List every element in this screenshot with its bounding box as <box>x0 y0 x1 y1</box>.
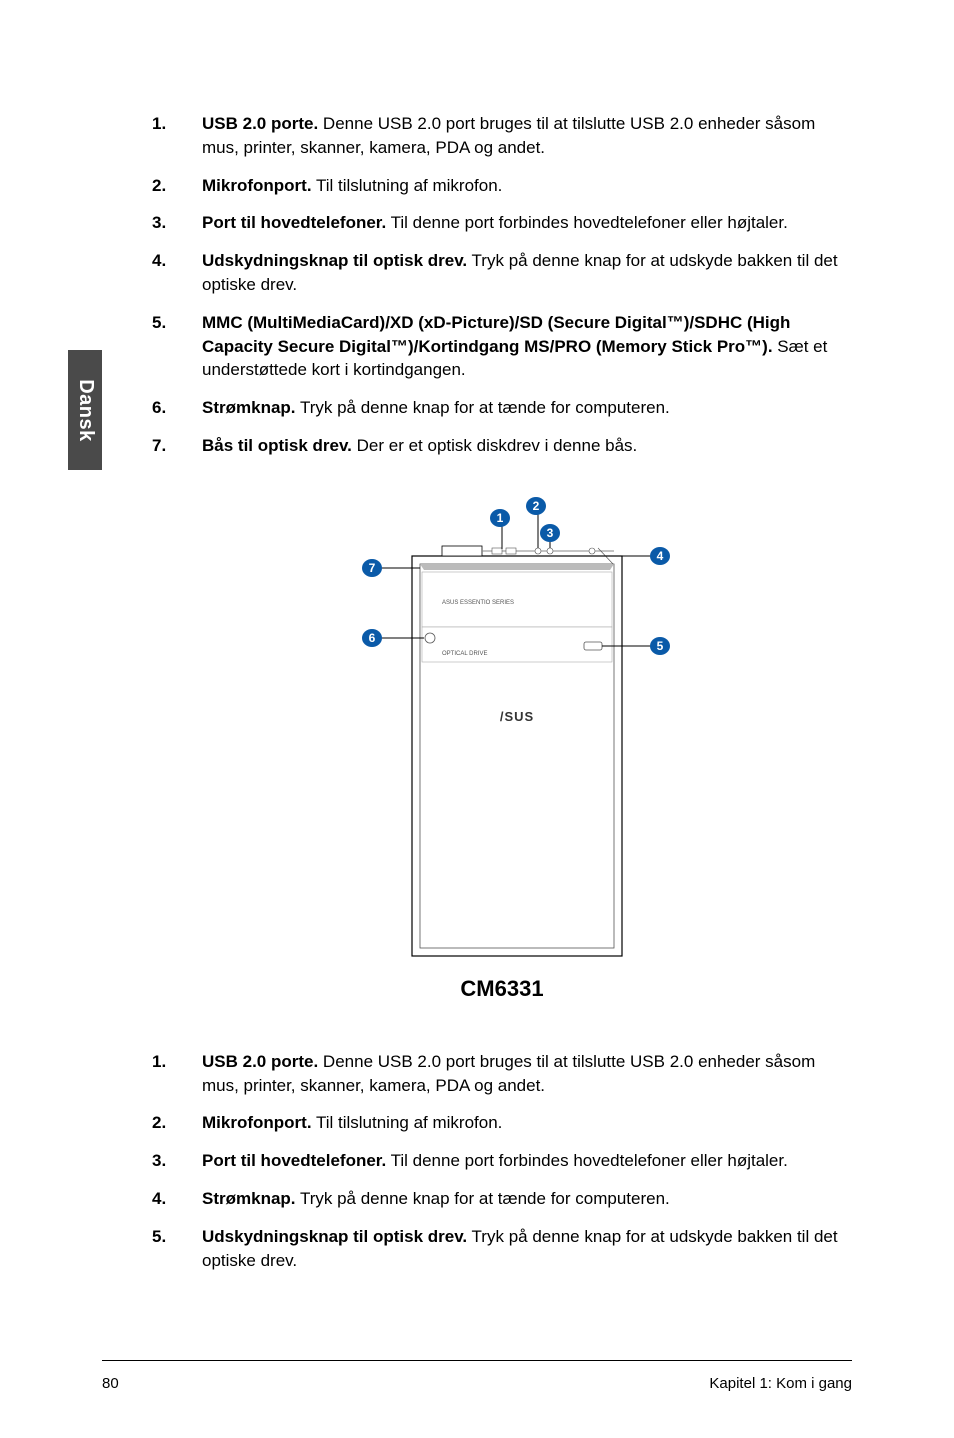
language-sidetab: Dansk <box>68 350 102 470</box>
svg-text:7: 7 <box>369 561 376 575</box>
page: Dansk 1.USB 2.0 porte. Denne USB 2.0 por… <box>0 0 954 1438</box>
device-label-mid: OPTICAL DRIVE <box>442 651 487 657</box>
list-body: Udskydningsknap til optisk drev. Tryk på… <box>202 1225 852 1273</box>
svg-text:5: 5 <box>657 639 664 653</box>
list-item: 4.Strømknap. Tryk på denne knap for at t… <box>152 1187 852 1211</box>
language-sidetab-label: Dansk <box>74 379 97 442</box>
list-num: 1. <box>152 112 202 160</box>
list-item: 5.Udskydningsknap til optisk drev. Tryk … <box>152 1225 852 1273</box>
list-num: 3. <box>152 211 202 235</box>
svg-text:1: 1 <box>497 511 504 525</box>
list-num: 5. <box>152 311 202 382</box>
list-body: Udskydningsknap til optisk drev. Tryk på… <box>202 249 852 297</box>
diagram-caption: CM6331 <box>460 976 543 1002</box>
device-diagram: ASUS ESSENTIO SERIES OPTICAL DRIVE /SUS … <box>152 486 852 1002</box>
page-footer: 80 Kapitel 1: Kom i gang <box>0 1360 954 1392</box>
callout-7: 7 <box>362 559 420 577</box>
list-num: 2. <box>152 1111 202 1135</box>
list-num: 1. <box>152 1050 202 1098</box>
chapter-label: Kapitel 1: Kom i gang <box>709 1375 852 1392</box>
list-item: 2.Mikrofonport. Til tilslutning af mikro… <box>152 1111 852 1135</box>
callout-3: 3 <box>540 524 560 548</box>
list-item: 4.Udskydningsknap til optisk drev. Tryk … <box>152 249 852 297</box>
list-num: 4. <box>152 1187 202 1211</box>
page-number: 80 <box>102 1375 119 1392</box>
list-item: 7.Bås til optisk drev. Der er et optisk … <box>152 434 852 458</box>
device-svg: ASUS ESSENTIO SERIES OPTICAL DRIVE /SUS … <box>292 486 712 966</box>
list-num: 2. <box>152 174 202 198</box>
list-body: MMC (MultiMediaCard)/XD (xD-Picture)/SD … <box>202 311 852 382</box>
list-body: USB 2.0 porte. Denne USB 2.0 port bruges… <box>202 112 852 160</box>
list-num: 4. <box>152 249 202 297</box>
callout-2: 2 <box>526 497 546 548</box>
footer-divider <box>102 1360 852 1361</box>
list-body: USB 2.0 porte. Denne USB 2.0 port bruges… <box>202 1050 852 1098</box>
svg-text:3: 3 <box>547 526 554 540</box>
list-item: 1.USB 2.0 porte. Denne USB 2.0 port brug… <box>152 1050 852 1098</box>
list-num: 5. <box>152 1225 202 1273</box>
device-label-top: ASUS ESSENTIO SERIES <box>442 600 514 606</box>
list-body: Mikrofonport. Til tilslutning af mikrofo… <box>202 174 852 198</box>
list-body: Strømknap. Tryk på denne knap for at tæn… <box>202 1187 852 1211</box>
callout-1: 1 <box>490 509 510 549</box>
list-item: 5.MMC (MultiMediaCard)/XD (xD-Picture)/S… <box>152 311 852 382</box>
list-item: 1.USB 2.0 porte. Denne USB 2.0 port brug… <box>152 112 852 160</box>
list-item: 3.Port til hovedtelefoner. Til denne por… <box>152 211 852 235</box>
svg-text:4: 4 <box>657 549 664 563</box>
svg-text:6: 6 <box>369 631 376 645</box>
asus-logo: /SUS <box>500 709 534 724</box>
list-item: 6.Strømknap. Tryk på denne knap for at t… <box>152 396 852 420</box>
list-body: Port til hovedtelefoner. Til denne port … <box>202 1149 852 1173</box>
list-item: 2.Mikrofonport. Til tilslutning af mikro… <box>152 174 852 198</box>
list-num: 3. <box>152 1149 202 1173</box>
list-item: 3.Port til hovedtelefoner. Til denne por… <box>152 1149 852 1173</box>
list-num: 6. <box>152 396 202 420</box>
feature-list-2: 1.USB 2.0 porte. Denne USB 2.0 port brug… <box>152 1050 852 1273</box>
list-num: 7. <box>152 434 202 458</box>
feature-list-1: 1.USB 2.0 porte. Denne USB 2.0 port brug… <box>152 112 852 458</box>
list-body: Bås til optisk drev. Der er et optisk di… <box>202 434 852 458</box>
list-body: Port til hovedtelefoner. Til denne port … <box>202 211 852 235</box>
svg-text:2: 2 <box>533 499 540 513</box>
list-body: Strømknap. Tryk på denne knap for at tæn… <box>202 396 852 420</box>
list-body: Mikrofonport. Til tilslutning af mikrofo… <box>202 1111 852 1135</box>
